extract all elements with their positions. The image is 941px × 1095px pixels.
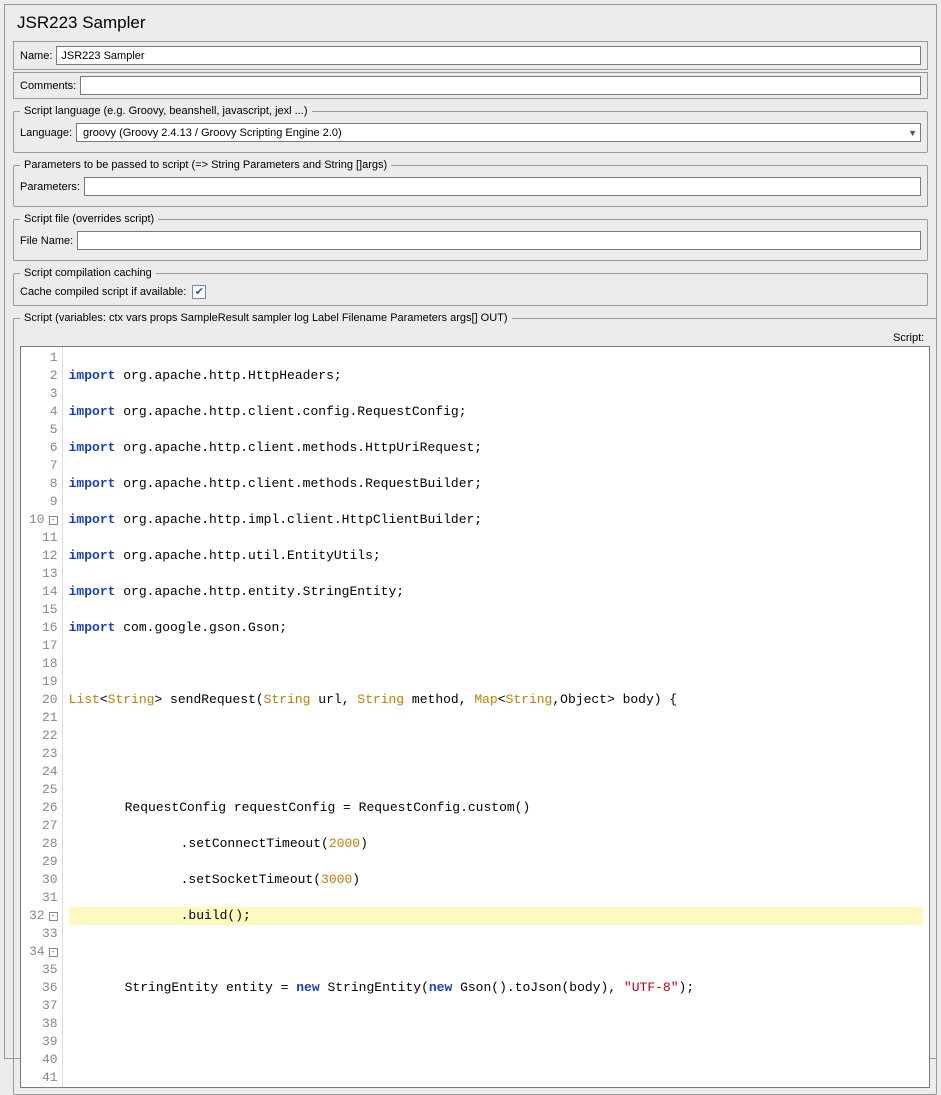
page-title: JSR223 Sampler (17, 13, 928, 33)
line-number: 20 (29, 691, 58, 709)
line-number: 27 (29, 817, 58, 835)
line-number: 2 (29, 367, 58, 385)
line-number: 35 (29, 961, 58, 979)
line-number: 34- (29, 943, 58, 961)
line-number: 3 (29, 385, 58, 403)
script-section: Script (variables: ctx vars props Sample… (13, 312, 937, 1095)
cache-checkbox[interactable]: ✔ (192, 285, 206, 299)
line-number: 40 (29, 1051, 58, 1069)
line-number: 29 (29, 853, 58, 871)
script-file-section: Script file (overrides script) File Name… (13, 213, 928, 261)
line-number: 24 (29, 763, 58, 781)
line-number: 13 (29, 565, 58, 583)
language-section: Script language (e.g. Groovy, beanshell,… (13, 105, 928, 153)
file-name-input[interactable] (77, 231, 921, 250)
line-number: 6 (29, 439, 58, 457)
parameters-section: Parameters to be passed to script (=> St… (13, 159, 928, 207)
line-number: 33 (29, 925, 58, 943)
line-number: 15 (29, 601, 58, 619)
check-icon: ✔ (195, 287, 204, 298)
line-number: 41 (29, 1069, 58, 1087)
name-input[interactable] (56, 46, 921, 65)
parameters-legend: Parameters to be passed to script (=> St… (20, 159, 391, 171)
language-label: Language: (20, 127, 72, 139)
line-number: 25 (29, 781, 58, 799)
cache-label: Cache compiled script if available: (20, 286, 186, 298)
line-number: 22 (29, 727, 58, 745)
line-number: 5 (29, 421, 58, 439)
language-legend: Script language (e.g. Groovy, beanshell,… (20, 105, 312, 117)
file-name-label: File Name: (20, 235, 73, 247)
line-number: 17 (29, 637, 58, 655)
line-number: 28 (29, 835, 58, 853)
line-number: 23 (29, 745, 58, 763)
line-number: 39 (29, 1033, 58, 1051)
line-number-gutter: 12345678910-1112131415161718192021222324… (21, 347, 63, 1088)
fold-icon[interactable]: - (49, 516, 58, 525)
line-number: 9 (29, 493, 58, 511)
line-number: 8 (29, 475, 58, 493)
line-number: 18 (29, 655, 58, 673)
script-file-legend: Script file (overrides script) (20, 213, 158, 225)
comments-input[interactable] (80, 76, 921, 95)
line-number: 16 (29, 619, 58, 637)
line-number: 19 (29, 673, 58, 691)
line-number: 1 (29, 349, 58, 367)
line-number: 12 (29, 547, 58, 565)
cache-section: Script compilation caching Cache compile… (13, 267, 928, 306)
line-number: 7 (29, 457, 58, 475)
line-number: 36 (29, 979, 58, 997)
line-number: 32- (29, 907, 58, 925)
comments-label: Comments: (20, 80, 76, 92)
line-number: 10- (29, 511, 58, 529)
name-label: Name: (20, 50, 52, 62)
line-number: 30 (29, 871, 58, 889)
script-field-label: Script: (20, 332, 924, 344)
parameters-input[interactable] (84, 177, 921, 196)
line-number: 11 (29, 529, 58, 547)
line-number: 37 (29, 997, 58, 1015)
line-number: 31 (29, 889, 58, 907)
line-number: 38 (29, 1015, 58, 1033)
fold-icon[interactable]: - (49, 912, 58, 921)
line-number: 14 (29, 583, 58, 601)
line-number: 21 (29, 709, 58, 727)
chevron-down-icon: ▼ (908, 128, 917, 138)
line-number: 26 (29, 799, 58, 817)
language-value: groovy (Groovy 2.4.13 / Groovy Scripting… (83, 127, 342, 139)
cache-legend: Script compilation caching (20, 267, 156, 279)
code-area[interactable]: import import org.apache.http.HttpHeader… (63, 347, 930, 1088)
parameters-label: Parameters: (20, 181, 80, 193)
language-select[interactable]: groovy (Groovy 2.4.13 / Groovy Scripting… (76, 123, 921, 142)
line-number: 4 (29, 403, 58, 421)
script-editor[interactable]: 12345678910-1112131415161718192021222324… (20, 346, 930, 1088)
fold-icon[interactable]: - (49, 948, 58, 957)
script-legend: Script (variables: ctx vars props Sample… (20, 312, 512, 324)
